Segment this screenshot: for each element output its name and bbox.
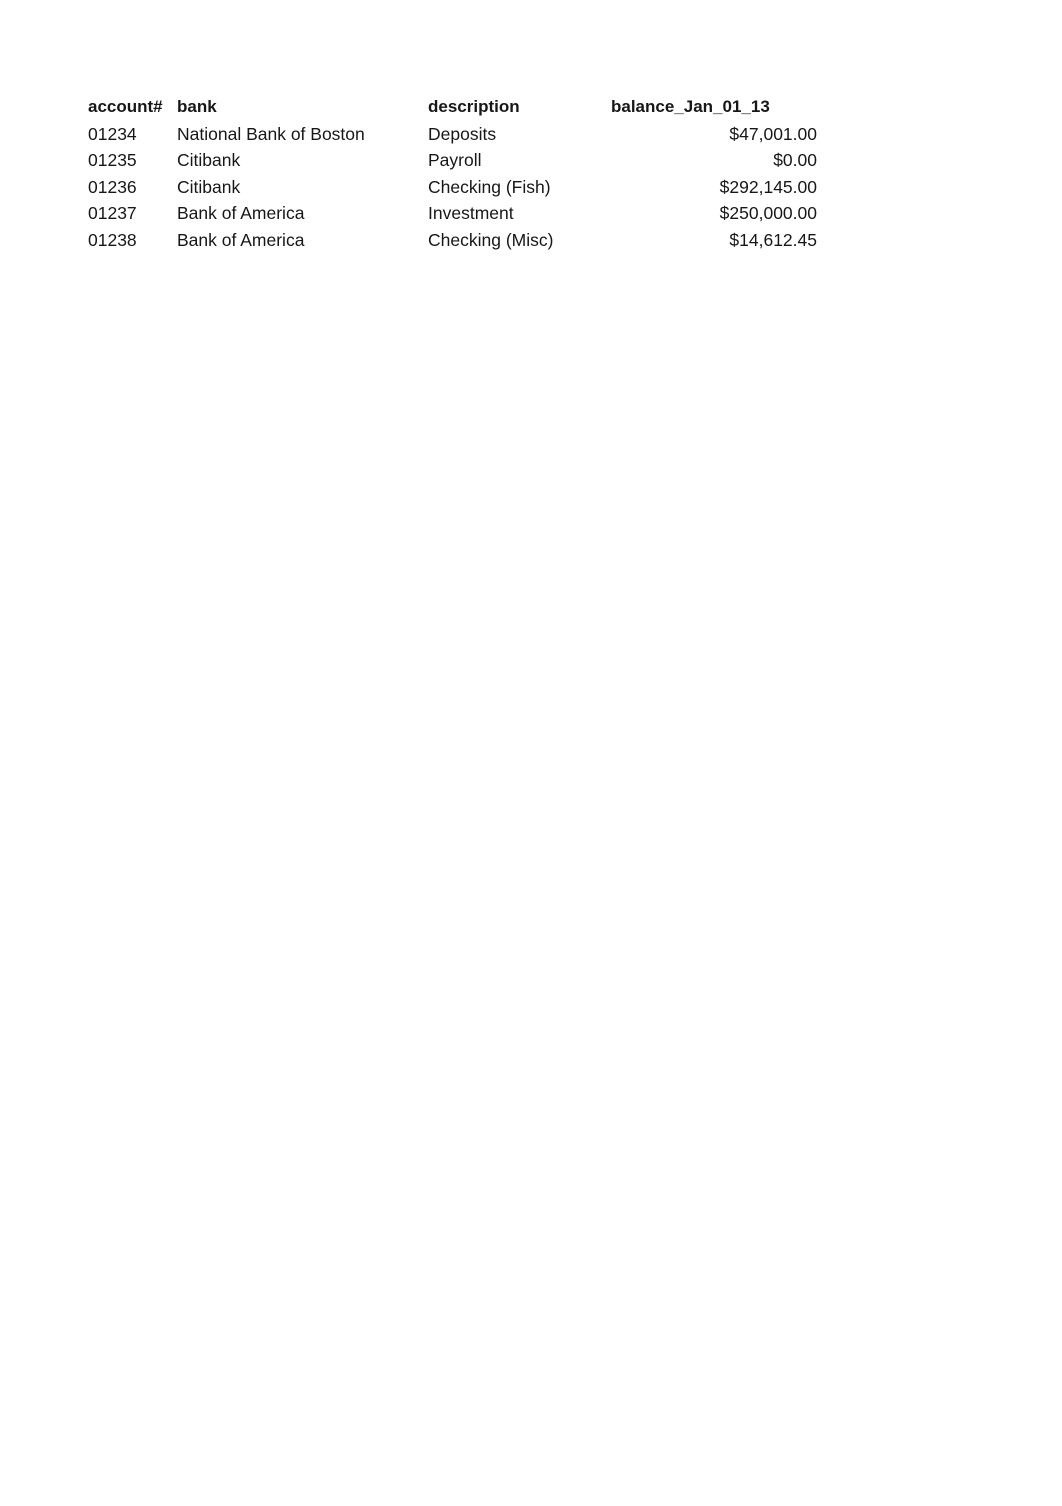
cell-account: 01235 — [88, 150, 137, 170]
cell-description: Deposits — [428, 123, 497, 144]
column-header-description: description — [428, 97, 520, 116]
table-row: 01234 National Bank of Boston Deposits $… — [88, 121, 817, 148]
bank-accounts-table: account# bank description balance_Jan_01… — [88, 94, 817, 253]
column-header-bank: bank — [177, 97, 217, 116]
cell-bank: Citibank — [177, 176, 241, 197]
table-row: 01237 Bank of America Investment $250,00… — [88, 200, 817, 227]
table-body: 01234 National Bank of Boston Deposits $… — [88, 121, 817, 254]
table-header: account# bank description balance_Jan_01… — [88, 94, 817, 121]
cell-description: Payroll — [428, 150, 482, 170]
cell-bank: Bank of America — [177, 229, 305, 250]
cell-bank: National Bank of Boston — [177, 123, 365, 144]
table-header-row: account# bank description balance_Jan_01… — [88, 94, 817, 121]
spreadsheet-canvas: account# bank description balance_Jan_01… — [0, 0, 1062, 1506]
cell-balance: $14,612.45 — [729, 229, 817, 250]
cell-account: 01234 — [88, 123, 137, 144]
column-header-account: account# — [88, 97, 163, 116]
table-row: 01235 Citibank Payroll $0.00 — [88, 147, 817, 174]
cell-account: 01238 — [88, 229, 137, 250]
cell-balance: $250,000.00 — [719, 203, 817, 223]
cell-description: Checking (Misc) — [428, 229, 554, 250]
table-row: 01238 Bank of America Checking (Misc) $1… — [88, 227, 817, 254]
cell-description: Investment — [428, 203, 514, 223]
cell-account: 01237 — [88, 203, 137, 223]
cell-description: Checking (Fish) — [428, 176, 551, 197]
cell-balance: $0.00 — [773, 150, 817, 170]
column-header-balance: balance_Jan_01_13 — [611, 97, 770, 116]
cell-bank: Citibank — [177, 150, 241, 170]
cell-balance: $292,145.00 — [719, 176, 817, 197]
cell-balance: $47,001.00 — [729, 123, 817, 144]
cell-account: 01236 — [88, 176, 137, 197]
cell-bank: Bank of America — [177, 203, 305, 223]
table-row: 01236 Citibank Checking (Fish) $292,145.… — [88, 174, 817, 201]
